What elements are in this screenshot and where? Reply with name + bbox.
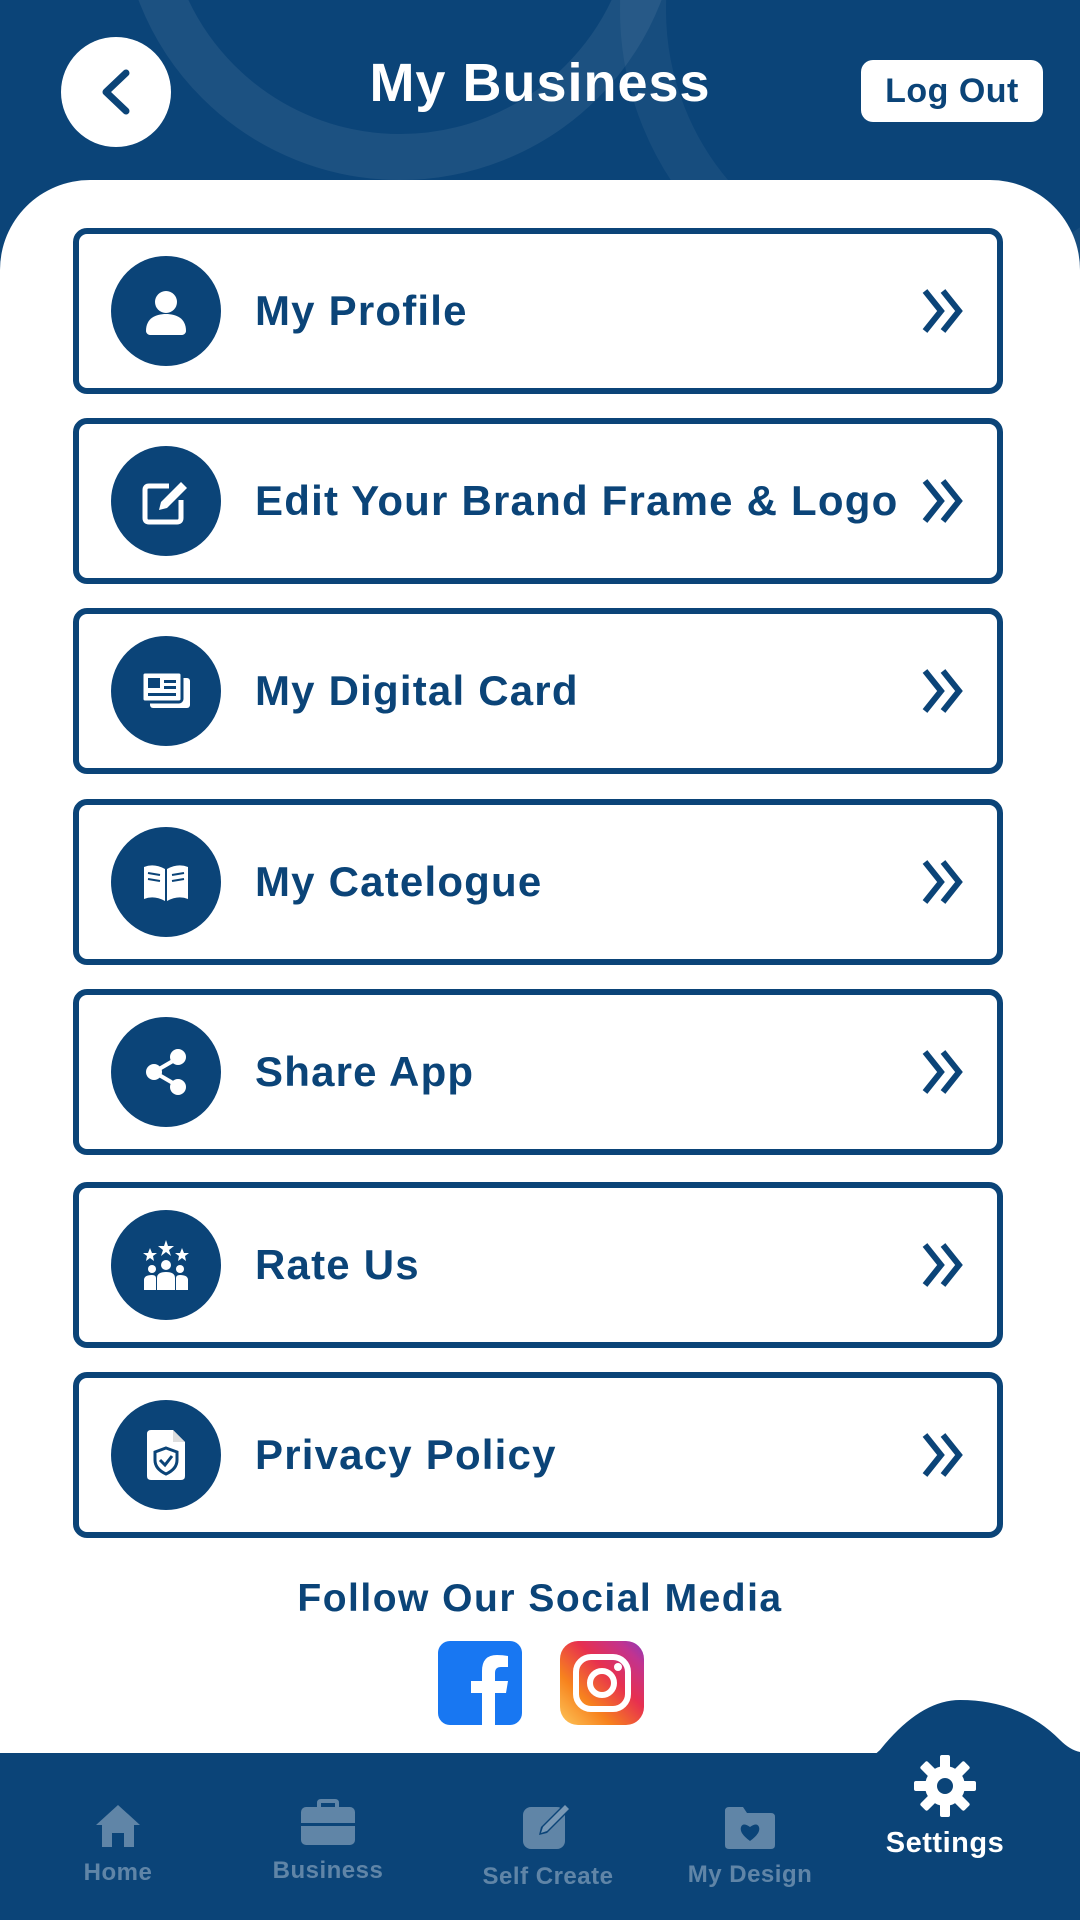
menu-item-label: Rate Us — [255, 1241, 420, 1288]
double-chevron-right-icon — [922, 479, 963, 523]
nav-label: Settings — [885, 1827, 1005, 1859]
header: My Business Log Out — [0, 0, 1080, 190]
menu-item-my-profile[interactable]: My Profile — [73, 228, 1003, 394]
menu-item-privacy-policy[interactable]: Privacy Policy — [73, 1372, 1003, 1538]
create-icon — [523, 1803, 571, 1849]
menu-item-edit-brand[interactable]: Edit Your Brand Frame & Logo — [73, 418, 1003, 584]
bottom-navigation: Home Business Self Create My Design Sett… — [0, 1753, 1080, 1920]
double-chevron-right-icon — [922, 1050, 963, 1094]
share-icon — [111, 1017, 221, 1127]
menu-item-digital-card[interactable]: My Digital Card — [73, 608, 1003, 774]
gear-icon — [914, 1755, 976, 1817]
nav-label: My Design — [687, 1861, 813, 1888]
menu-item-label: My Profile — [255, 287, 468, 334]
menu-item-share-app[interactable]: Share App — [73, 989, 1003, 1155]
nav-label: Business — [272, 1857, 384, 1884]
menu-item-label: Privacy Policy — [255, 1431, 557, 1478]
user-icon — [111, 256, 221, 366]
facebook-icon[interactable] — [438, 1641, 522, 1725]
home-icon — [96, 1805, 140, 1847]
folder-heart-icon — [725, 1807, 775, 1849]
double-chevron-right-icon — [922, 669, 963, 713]
book-icon — [111, 827, 221, 937]
privacy-document-icon — [111, 1400, 221, 1510]
edit-icon — [111, 446, 221, 556]
double-chevron-right-icon — [922, 289, 963, 333]
menu-item-label: My Catelogue — [255, 858, 543, 905]
menu-item-label: My Digital Card — [255, 667, 579, 714]
double-chevron-right-icon — [922, 1433, 963, 1477]
nav-label: Self Create — [482, 1863, 614, 1890]
logout-button[interactable]: Log Out — [861, 60, 1043, 122]
nav-item-home[interactable]: Home — [58, 1753, 178, 1920]
social-media-title: Follow Our Social Media — [297, 1577, 783, 1620]
menu-item-label: Share App — [255, 1048, 475, 1095]
nav-item-business[interactable]: Business — [268, 1753, 388, 1920]
id-card-icon — [111, 636, 221, 746]
double-chevron-right-icon — [922, 1243, 963, 1287]
nav-item-self-create[interactable]: Self Create — [478, 1753, 618, 1920]
rating-people-icon — [111, 1210, 221, 1320]
nav-label: Home — [83, 1859, 153, 1886]
menu-item-label: Edit Your Brand Frame & Logo — [255, 477, 899, 524]
menu-item-catelogue[interactable]: My Catelogue — [73, 799, 1003, 965]
instagram-icon[interactable] — [560, 1641, 644, 1725]
screen: My Business Log Out My Profile Edit Your… — [0, 0, 1080, 1920]
briefcase-icon — [301, 1799, 355, 1845]
nav-item-settings[interactable]: Settings — [870, 1753, 1020, 1920]
menu-item-rate-us[interactable]: Rate Us — [73, 1182, 1003, 1348]
double-chevron-right-icon — [922, 860, 963, 904]
nav-item-my-design[interactable]: My Design — [680, 1753, 820, 1920]
